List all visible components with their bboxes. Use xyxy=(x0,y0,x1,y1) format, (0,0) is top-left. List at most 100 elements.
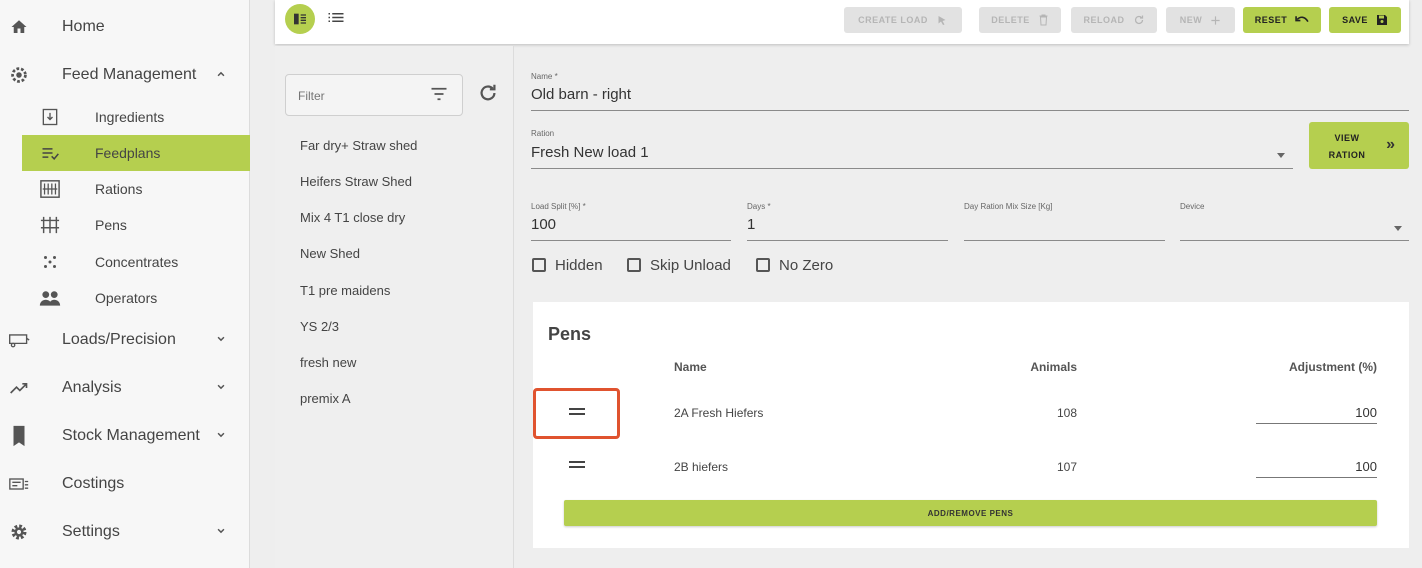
chevron-down-icon xyxy=(214,524,228,541)
list-view-toggle[interactable] xyxy=(321,4,351,34)
ration-dropdown-icon[interactable] xyxy=(1277,153,1285,158)
load-split-field[interactable]: 100 xyxy=(531,216,556,233)
checkbox-box[interactable] xyxy=(756,258,770,272)
list-item[interactable]: Mix 4 T1 close dry xyxy=(300,210,405,225)
reset-button[interactable]: RESET xyxy=(1243,7,1321,33)
undo-icon xyxy=(1295,16,1309,23)
no-zero-checkbox[interactable]: No Zero xyxy=(756,255,833,275)
stock-icon xyxy=(8,425,30,447)
view-ration-button[interactable]: VIEW RATION » xyxy=(1309,122,1409,169)
delete-label: DELETE xyxy=(991,15,1030,25)
adjustment-input[interactable] xyxy=(1256,402,1377,424)
list-item[interactable]: Far dry+ Straw shed xyxy=(300,138,417,153)
reload-icon xyxy=(1134,15,1143,25)
sidebar-item-operators[interactable]: Operators xyxy=(22,280,250,316)
nav-loads-precision[interactable]: Loads/Precision xyxy=(0,320,250,360)
nav-settings[interactable]: Settings xyxy=(0,512,250,552)
drag-handle-icon[interactable] xyxy=(569,461,585,471)
sidebar-item-feedplans[interactable]: Feedplans xyxy=(22,135,250,171)
settings-icon xyxy=(8,521,30,543)
days-field[interactable]: 1 xyxy=(747,216,755,233)
nav-home[interactable]: Home xyxy=(0,7,250,47)
checkbox-box[interactable] xyxy=(627,258,641,272)
sidebar-item-label: Concentrates xyxy=(95,254,179,270)
double-chevron-right-icon: » xyxy=(1386,136,1395,153)
nav-stock-management[interactable]: Stock Management xyxy=(0,416,250,456)
tractor-icon xyxy=(938,16,946,25)
ration-label: Ration xyxy=(531,129,555,138)
feedplans-icon xyxy=(38,141,62,165)
list-item[interactable]: YS 2/3 xyxy=(300,319,339,334)
chevron-down-icon xyxy=(214,380,228,397)
create-load-button[interactable]: CREATE LOAD xyxy=(844,7,962,33)
list-item[interactable]: T1 pre maidens xyxy=(300,283,390,298)
new-label: NEW xyxy=(1179,15,1203,25)
sidebar-item-ingredients[interactable]: Ingredients xyxy=(22,99,250,135)
sidebar-item-concentrates[interactable]: Concentrates xyxy=(22,244,250,280)
load-split-underline xyxy=(531,240,731,241)
list-item[interactable]: Heifers Straw Shed xyxy=(300,174,412,189)
sidebar-item-label: Pens xyxy=(95,217,127,233)
col-header-adjustment: Adjustment (%) xyxy=(1289,360,1377,374)
checkbox-box[interactable] xyxy=(532,258,546,272)
load-split-label: Load Split [%] * xyxy=(531,202,586,211)
mix-size-underline xyxy=(964,240,1165,241)
reload-button[interactable]: RELOAD xyxy=(1071,7,1157,33)
ingredients-icon xyxy=(38,105,62,129)
drag-handle-icon[interactable] xyxy=(569,408,585,418)
name-label: Name * xyxy=(531,72,558,81)
sidebar-item-label: Ingredients xyxy=(95,109,165,125)
pens-title: Pens xyxy=(548,324,592,344)
save-button[interactable]: SAVE xyxy=(1329,7,1401,33)
sidebar-item-label: Feedplans xyxy=(95,145,161,161)
device-dropdown-icon[interactable] xyxy=(1394,226,1402,231)
pens-icon xyxy=(38,213,62,237)
hidden-checkbox[interactable]: Hidden xyxy=(532,255,603,275)
rations-icon xyxy=(38,177,62,201)
split-view-toggle[interactable] xyxy=(285,4,315,34)
chevron-down-icon xyxy=(214,428,228,445)
list-item[interactable]: fresh new xyxy=(300,355,356,370)
list-item[interactable]: premix A xyxy=(300,391,351,406)
filter-icon[interactable] xyxy=(430,87,448,101)
split-view-icon xyxy=(294,13,306,25)
concentrates-icon xyxy=(38,250,62,274)
add-remove-pens-button[interactable]: ADD/REMOVE PENS xyxy=(564,500,1377,526)
skip-unload-checkbox[interactable]: Skip Unload xyxy=(627,255,731,275)
name-underline xyxy=(531,110,1409,111)
days-label: Days * xyxy=(747,202,771,211)
nav-analysis[interactable]: Analysis xyxy=(0,368,250,408)
nav-costings[interactable]: Costings xyxy=(0,464,250,504)
list-item[interactable]: New Shed xyxy=(300,246,360,261)
reset-label: RESET xyxy=(1254,15,1288,25)
nav-feed-management[interactable]: Feed Management xyxy=(0,55,250,95)
ration-select[interactable]: Fresh New load 1 xyxy=(531,144,649,161)
table-row: 2A Fresh Hiefers 108 xyxy=(533,388,1409,438)
filter-input[interactable] xyxy=(298,89,418,103)
plus-icon xyxy=(1211,15,1220,25)
sidebar-item-label: Rations xyxy=(95,181,143,197)
pen-animals: 107 xyxy=(1056,460,1077,474)
adjustment-input[interactable] xyxy=(1256,456,1377,478)
nav-loads-precision-label: Loads/Precision xyxy=(62,331,176,348)
home-icon xyxy=(8,16,30,38)
days-underline xyxy=(747,240,948,241)
nav-settings-label: Settings xyxy=(62,523,120,540)
sidebar-item-pens[interactable]: Pens xyxy=(22,207,250,243)
new-button[interactable]: NEW xyxy=(1166,7,1235,33)
sidebar-item-rations[interactable]: Rations xyxy=(22,171,250,207)
pen-name: 2A Fresh Hiefers xyxy=(674,406,764,420)
nav-feed-management-label: Feed Management xyxy=(62,66,197,83)
sidebar-item-label: Operators xyxy=(95,290,158,306)
name-field[interactable]: Old barn - right xyxy=(531,86,631,103)
table-row: 2B hiefers 107 xyxy=(533,442,1409,492)
hidden-checkbox-label: Hidden xyxy=(555,256,603,274)
refresh-icon[interactable] xyxy=(477,82,499,104)
delete-button[interactable]: DELETE xyxy=(979,7,1061,33)
filter-field[interactable] xyxy=(285,74,463,116)
view-ration-label: VIEW RATION xyxy=(1328,133,1366,160)
trash-icon xyxy=(1039,14,1048,26)
skip-unload-checkbox-label: Skip Unload xyxy=(650,256,731,274)
nav-costings-label: Costings xyxy=(62,475,125,492)
nav-home-label: Home xyxy=(62,18,105,35)
